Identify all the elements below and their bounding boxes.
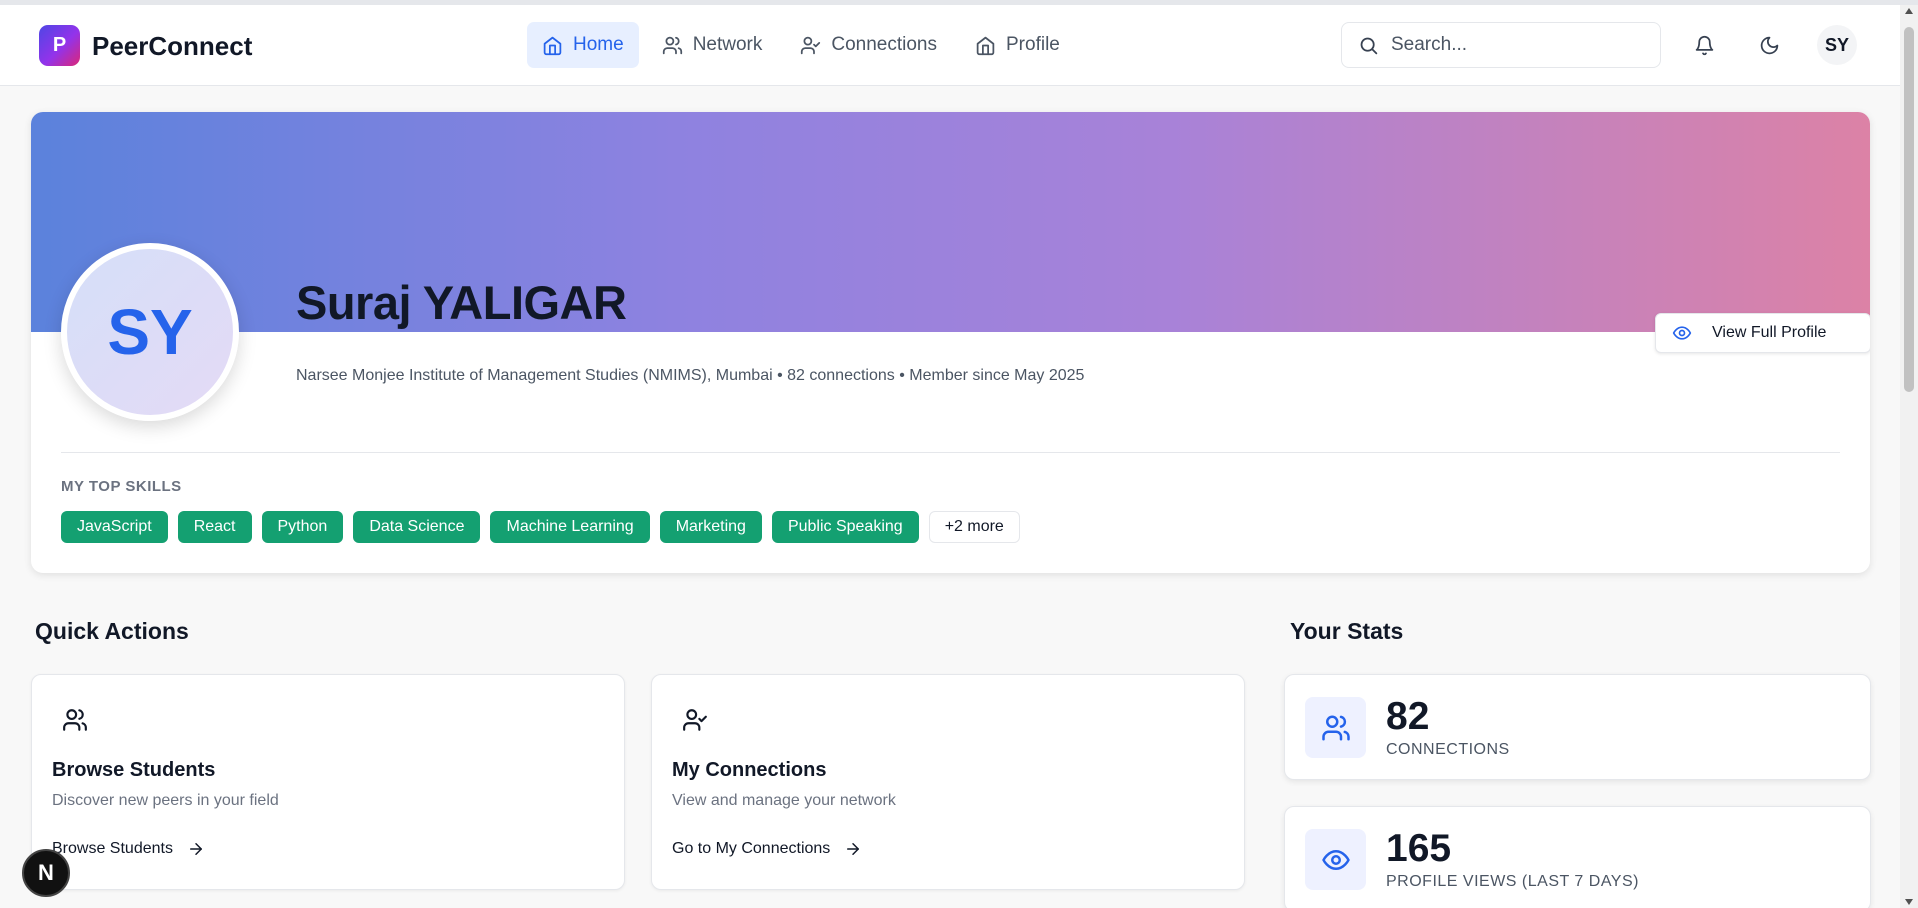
home-icon	[976, 36, 995, 55]
skill-tag[interactable]: Public Speaking	[771, 511, 919, 543]
link-label: Browse Students	[52, 840, 173, 857]
main-nav: Home Network Connections Profile	[527, 22, 1075, 68]
skills-list: JavaScript React Python Data Science Mac…	[61, 511, 1020, 543]
eye-icon	[1321, 849, 1350, 870]
browse-students-card[interactable]: Browse Students Discover new peers in yo…	[31, 674, 625, 890]
card-description: View and manage your network	[672, 792, 896, 809]
my-connections-link[interactable]: Go to My Connections	[672, 840, 862, 858]
scroll-down-arrow-icon[interactable]	[1905, 899, 1913, 905]
browse-students-link[interactable]: Browse Students	[52, 840, 205, 858]
view-full-profile-button[interactable]: View Full Profile	[1655, 313, 1870, 353]
users-icon	[662, 36, 682, 54]
skill-tag[interactable]: Python	[261, 511, 344, 543]
nav-item-network[interactable]: Network	[647, 22, 778, 68]
profile-avatar: SY	[61, 243, 239, 421]
arrow-right-icon	[847, 843, 860, 855]
search-input[interactable]	[1391, 34, 1651, 56]
nav-item-label: Connections	[831, 34, 937, 55]
nav-item-label: Profile	[1006, 34, 1060, 55]
user-avatar-button[interactable]: SY	[1817, 25, 1857, 65]
nav-item-home[interactable]: Home	[527, 22, 639, 68]
scrollbar-thumb[interactable]	[1904, 27, 1914, 392]
card-title: Browse Students	[52, 759, 216, 781]
stat-value: 165	[1386, 827, 1452, 870]
stat-icon-box	[1305, 697, 1366, 758]
moon-icon	[1760, 36, 1778, 54]
skill-tag[interactable]: React	[177, 511, 252, 543]
skill-tag[interactable]: Machine Learning	[490, 511, 650, 543]
scroll-up-arrow-icon[interactable]	[1905, 8, 1913, 14]
more-skills-button[interactable]: +2 more	[928, 511, 1020, 543]
search-box[interactable]	[1341, 22, 1661, 68]
your-stats-heading: Your Stats	[1290, 618, 1404, 644]
profile-name: Suraj YALIGAR	[296, 276, 627, 329]
divider	[61, 452, 1840, 453]
skills-heading: MY TOP SKILLS	[61, 478, 182, 495]
nav-item-connections[interactable]: Connections	[785, 22, 952, 68]
users-icon	[1321, 715, 1350, 740]
profile-views-stat-card: 165 PROFILE VIEWS (LAST 7 DAYS)	[1284, 806, 1871, 908]
page-scrollbar[interactable]	[1900, 5, 1918, 908]
bell-icon	[1695, 35, 1713, 55]
app-name[interactable]: PeerConnect	[92, 31, 252, 62]
my-connections-card[interactable]: My Connections View and manage your netw…	[651, 674, 1245, 890]
profile-subtitle: Narsee Monjee Institute of Management St…	[296, 367, 1085, 384]
nav-item-profile[interactable]: Profile	[960, 22, 1075, 68]
skill-tag[interactable]: JavaScript	[61, 511, 168, 543]
stat-icon-box	[1305, 829, 1366, 890]
view-full-profile-label: View Full Profile	[1712, 324, 1827, 341]
stat-value: 82	[1386, 695, 1430, 738]
card-title: My Connections	[672, 759, 827, 781]
top-navbar: P PeerConnect Home Network Connections P…	[0, 5, 1900, 86]
arrow-right-icon	[189, 843, 202, 855]
theme-toggle-button[interactable]	[1754, 30, 1784, 60]
connections-stat-card: 82 CONNECTIONS	[1284, 674, 1871, 780]
notifications-button[interactable]	[1689, 30, 1719, 60]
stat-label: CONNECTIONS	[1386, 741, 1510, 758]
nav-item-label: Home	[573, 34, 624, 55]
search-icon	[1360, 37, 1378, 54]
app-logo[interactable]: P	[39, 25, 80, 66]
users-icon	[63, 709, 87, 731]
user-check-icon	[683, 709, 707, 731]
card-description: Discover new peers in your field	[52, 792, 279, 809]
skill-tag[interactable]: Marketing	[659, 511, 762, 543]
nav-item-label: Network	[692, 34, 763, 55]
user-check-icon	[801, 36, 821, 54]
home-icon	[543, 36, 562, 55]
skill-tag[interactable]: Data Science	[353, 511, 481, 543]
eye-icon	[1672, 326, 1692, 340]
stat-label: PROFILE VIEWS (LAST 7 DAYS)	[1386, 873, 1639, 890]
quick-actions-heading: Quick Actions	[35, 618, 189, 644]
profile-card: SY Suraj YALIGAR Narsee Monjee Institute…	[31, 112, 1870, 573]
nextjs-dev-indicator-button[interactable]: N	[22, 849, 70, 897]
link-label: Go to My Connections	[672, 840, 831, 857]
